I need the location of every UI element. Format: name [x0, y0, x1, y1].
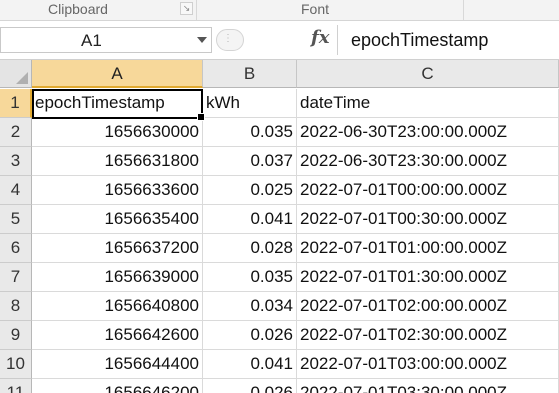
column-header-a[interactable]: A [32, 60, 203, 88]
clipboard-group: Clipboard ↘ [0, 0, 197, 20]
cell-c1[interactable]: dateTime [297, 89, 559, 118]
cell-a9[interactable]: 1656642600 [32, 321, 203, 350]
row-header-4[interactable]: 4 [0, 176, 32, 205]
fill-handle[interactable] [197, 113, 205, 121]
cell-a5[interactable]: 1656635400 [32, 205, 203, 234]
select-all-icon [16, 72, 28, 84]
cell-b3[interactable]: 0.037 [203, 147, 297, 176]
cell-a8[interactable]: 1656640800 [32, 292, 203, 321]
cell-b9[interactable]: 0.026 [203, 321, 297, 350]
cell-c8[interactable]: 2022-07-01T02:00:00.000Z [297, 292, 559, 321]
cell-a1[interactable]: epochTimestamp [32, 89, 203, 118]
cell-a11[interactable]: 1656646200 [32, 379, 203, 393]
row-header-11[interactable]: 11 [0, 379, 32, 393]
cell-c9[interactable]: 2022-07-01T02:30:00.000Z [297, 321, 559, 350]
row-header-10[interactable]: 10 [0, 350, 32, 379]
row-header-7[interactable]: 7 [0, 263, 32, 292]
dots-icon: ⋮ [223, 33, 233, 44]
clipboard-dialog-launcher-icon[interactable]: ↘ [180, 2, 193, 15]
cell-a7[interactable]: 1656639000 [32, 263, 203, 292]
cell-c10[interactable]: 2022-07-01T03:00:00.000Z [297, 350, 559, 379]
cell-b7[interactable]: 0.035 [203, 263, 297, 292]
cell-b5[interactable]: 0.041 [203, 205, 297, 234]
cell-b4[interactable]: 0.025 [203, 176, 297, 205]
formula-bar: A1 ⋮ fx epochTimestamp [0, 21, 559, 60]
row-header-5[interactable]: 5 [0, 205, 32, 234]
cell-c4[interactable]: 2022-07-01T00:00:00.000Z [297, 176, 559, 205]
cell-c5[interactable]: 2022-07-01T00:30:00.000Z [297, 205, 559, 234]
row-header-1[interactable]: 1 [0, 89, 32, 118]
worksheet-grid[interactable]: A B C 1 epochTimestamp kWh dateTime 2 1656630000… [0, 60, 559, 393]
row-header-8[interactable]: 8 [0, 292, 32, 321]
cell-a2[interactable]: 1656630000 [32, 118, 203, 147]
cell-b6[interactable]: 0.028 [203, 234, 297, 263]
cell-a4[interactable]: 1656633600 [32, 176, 203, 205]
column-header-c[interactable]: C [297, 60, 559, 88]
formula-bar-resize-handle[interactable]: ⋮ [216, 29, 244, 51]
excel-window: Clipboard ↘ Font ↘ A1 ⋮ fx epochTimestam… [0, 0, 559, 393]
formula-value: epochTimestamp [351, 30, 489, 50]
cell-c2[interactable]: 2022-06-30T23:00:00.000Z [297, 118, 559, 147]
cell-c11[interactable]: 2022-07-01T03:30:00.000Z [297, 379, 559, 393]
row-header-9[interactable]: 9 [0, 321, 32, 350]
cell-b10[interactable]: 0.041 [203, 350, 297, 379]
cell-b1[interactable]: kWh [203, 89, 297, 118]
formula-input[interactable]: epochTimestamp [337, 25, 559, 55]
font-group-label: Font [301, 1, 330, 17]
insert-function-button[interactable]: fx [311, 27, 329, 48]
select-all-button[interactable] [0, 60, 32, 88]
cell-c7[interactable]: 2022-07-01T01:30:00.000Z [297, 263, 559, 292]
clipboard-group-label: Clipboard [48, 1, 108, 17]
cell-b2[interactable]: 0.035 [203, 118, 297, 147]
cell-c3[interactable]: 2022-06-30T23:30:00.000Z [297, 147, 559, 176]
row-header-6[interactable]: 6 [0, 234, 32, 263]
row-header-2[interactable]: 2 [0, 118, 32, 147]
cell-b11[interactable]: 0.026 [203, 379, 297, 393]
cell-a3[interactable]: 1656631800 [32, 147, 203, 176]
cell-b8[interactable]: 0.034 [203, 292, 297, 321]
name-box[interactable]: A1 [0, 27, 212, 53]
name-box-value: A1 [81, 31, 102, 50]
ribbon-group-labels: Clipboard ↘ Font ↘ [0, 0, 559, 21]
row-header-3[interactable]: 3 [0, 147, 32, 176]
column-header-b[interactable]: B [203, 60, 297, 88]
font-group: Font ↘ [197, 0, 464, 20]
chevron-down-icon[interactable] [197, 37, 207, 43]
cell-a10[interactable]: 1656644400 [32, 350, 203, 379]
cell-c6[interactable]: 2022-07-01T01:00:00.000Z [297, 234, 559, 263]
cell-a6[interactable]: 1656637200 [32, 234, 203, 263]
